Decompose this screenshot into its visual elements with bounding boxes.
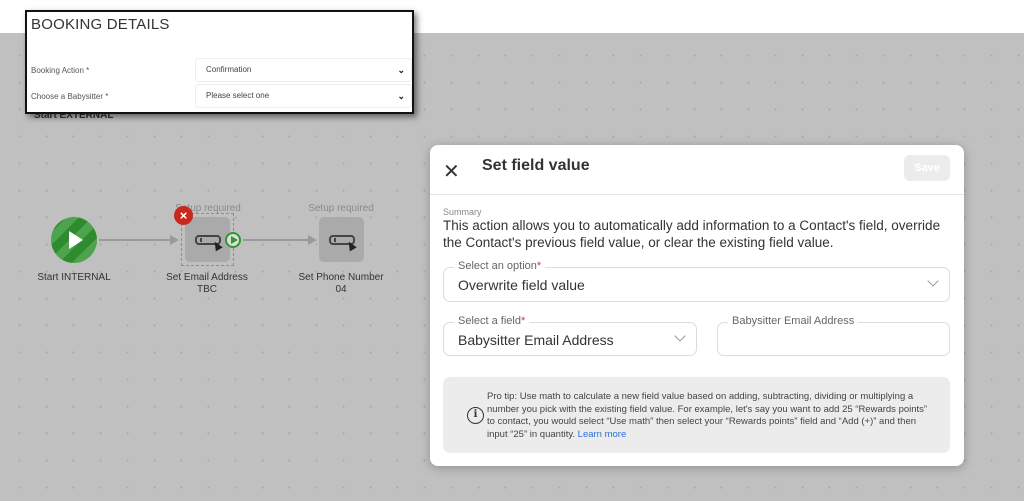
babysitter-value: Please select one (206, 91, 270, 100)
learn-more-link[interactable]: Learn more (578, 429, 627, 440)
set-field-value-panel: ✕ Set field value Save Summary This acti… (430, 145, 964, 466)
set-phone-number-node[interactable] (319, 217, 364, 262)
pro-tip-box: i Pro tip: Use math to calculate a new f… (443, 377, 950, 453)
node-label-line2: TBC (197, 284, 217, 295)
select-option-legend: Select an option* (454, 260, 546, 272)
babysitter-select[interactable]: Please select one ⌄ (195, 84, 412, 108)
node-label: Set Email Address TBC (148, 272, 266, 296)
select-field-value: Babysitter Email Address (458, 332, 614, 348)
summary-label: Summary (443, 207, 482, 217)
booking-action-label: Booking Action * (31, 66, 90, 75)
node-label-line1: Set Email Address (166, 272, 248, 283)
booking-details-panel: BOOKING DETAILS Booking Action * Confirm… (25, 10, 414, 114)
pro-tip-text: Pro tip: Use math to calculate a new fie… (487, 391, 928, 440)
babysitter-email-input[interactable]: Babysitter Email Address (717, 315, 950, 356)
node-label-line1: Start INTERNAL (37, 272, 111, 283)
connector-arrow (308, 235, 317, 245)
summary-text: This action allows you to automatically … (443, 218, 941, 250)
node-label-line1: Set Phone Number (298, 272, 384, 283)
chevron-down-icon (674, 330, 686, 342)
select-field-legend: Select a field* (454, 315, 530, 327)
select-option-dropdown[interactable]: Select an option* Overwrite field value (443, 260, 950, 302)
node-label-line2: 04 (335, 284, 347, 295)
booking-action-select[interactable]: Confirmation ⌄ (195, 58, 412, 82)
remove-node-icon[interactable]: × (174, 206, 193, 225)
connector-line (99, 239, 171, 241)
node-label: Set Phone Number 04 (282, 272, 400, 296)
babysitter-email-legend: Babysitter Email Address (728, 315, 859, 327)
booking-details-title: BOOKING DETAILS (31, 16, 170, 33)
node-label: Start INTERNAL (24, 272, 124, 284)
info-icon: i (467, 407, 484, 424)
field-input-icon (328, 234, 357, 251)
babysitter-label: Choose a Babysitter * (31, 92, 109, 101)
chevron-down-icon (927, 275, 939, 287)
start-internal-node[interactable] (51, 217, 97, 263)
play-icon (69, 231, 83, 249)
close-icon[interactable]: ✕ (443, 159, 460, 184)
setup-required-label: Setup required (308, 203, 374, 214)
booking-action-value: Confirmation (206, 65, 252, 74)
connector-line (243, 239, 309, 241)
add-next-step-icon[interactable] (225, 232, 241, 248)
save-button[interactable]: Save (904, 155, 950, 181)
panel-header: ✕ Set field value Save (430, 145, 964, 195)
connector-arrow (170, 235, 179, 245)
select-option-value: Overwrite field value (458, 277, 585, 293)
chevron-down-icon: ⌄ (397, 91, 405, 101)
panel-title: Set field value (482, 157, 590, 174)
chevron-down-icon: ⌄ (397, 65, 405, 75)
select-field-dropdown[interactable]: Select a field* Babysitter Email Address (443, 315, 697, 356)
